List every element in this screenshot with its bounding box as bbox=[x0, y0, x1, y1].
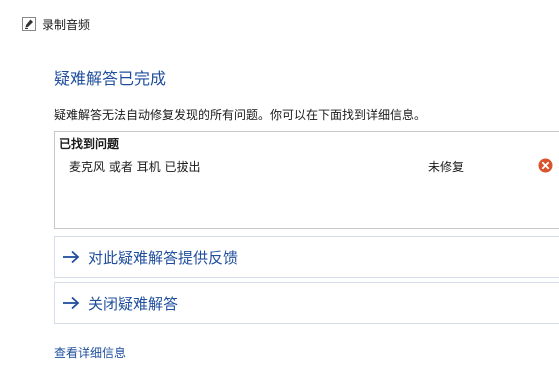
window-title: 录制音频 bbox=[42, 17, 91, 32]
problem-status: 未修复 bbox=[428, 160, 465, 174]
problems-found-panel: 已找到问题 麦克风 或者 耳机 已拔出 未修复 bbox=[54, 131, 559, 229]
title-bar: 录制音频 bbox=[22, 15, 90, 33]
problem-name: 麦克风 或者 耳机 已拔出 bbox=[69, 160, 201, 174]
error-icon bbox=[538, 158, 553, 173]
close-troubleshooter-button[interactable]: 关闭疑难解答 bbox=[54, 282, 559, 324]
view-details-link[interactable]: 查看详细信息 bbox=[54, 344, 126, 361]
page-title: 疑难解答已完成 bbox=[54, 69, 167, 88]
microphone-icon bbox=[22, 17, 36, 31]
problem-row[interactable]: 麦克风 或者 耳机 已拔出 未修复 bbox=[55, 156, 559, 178]
provide-feedback-label: 对此疑难解答提供反馈 bbox=[88, 248, 239, 267]
troubleshooter-window: 录制音频 疑难解答已完成 疑难解答无法自动修复发现的所有问题。你可以在下面找到详… bbox=[0, 0, 559, 369]
arrow-right-icon bbox=[63, 296, 80, 310]
result-description: 疑难解答无法自动修复发现的所有问题。你可以在下面找到详细信息。 bbox=[54, 108, 427, 122]
problems-header: 已找到问题 bbox=[59, 137, 120, 151]
provide-feedback-button[interactable]: 对此疑难解答提供反馈 bbox=[54, 236, 559, 278]
close-troubleshooter-label: 关闭疑难解答 bbox=[88, 294, 179, 313]
arrow-right-icon bbox=[63, 250, 80, 264]
